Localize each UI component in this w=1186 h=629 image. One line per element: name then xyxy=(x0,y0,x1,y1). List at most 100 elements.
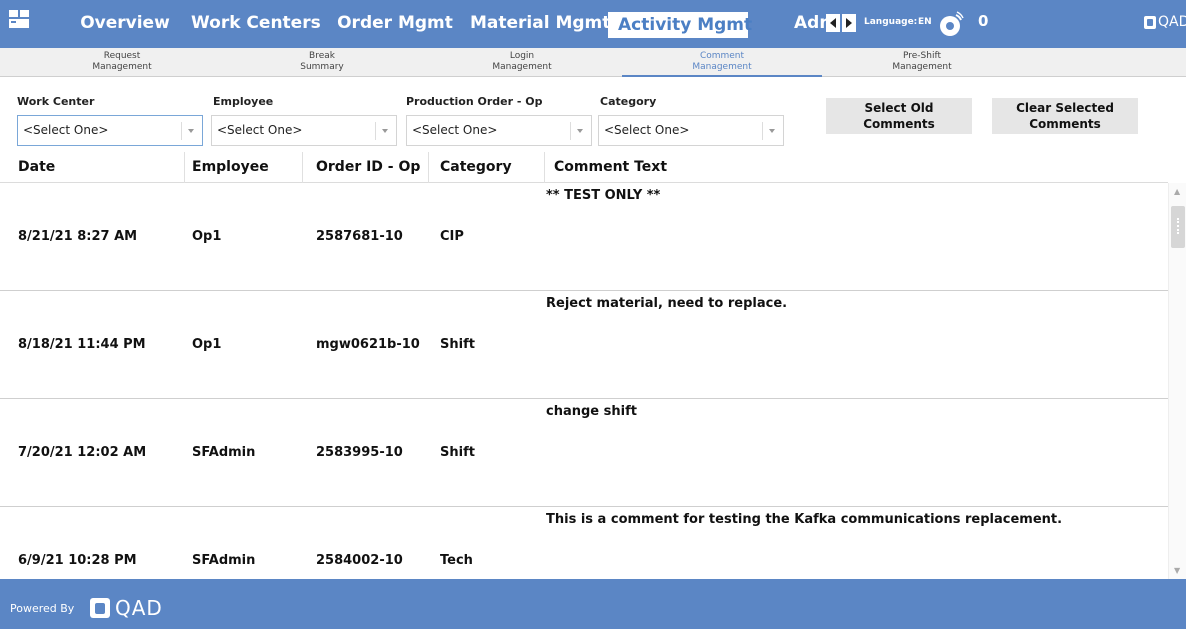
nav-tab-material-mgmt[interactable]: Material Mgmt xyxy=(470,0,610,48)
column-header-employee[interactable]: Employee xyxy=(186,152,269,183)
qad-logo-icon xyxy=(1144,15,1156,29)
powered-by-label: Powered By xyxy=(10,602,75,615)
nav-tab-admin[interactable]: Adm xyxy=(794,0,828,48)
language-label: Language: xyxy=(864,17,918,27)
nav-scroll-arrows xyxy=(826,14,858,32)
table-row[interactable]: Reject material, need to replace. 8/18/2… xyxy=(0,291,1168,399)
category-select[interactable]: <Select One> xyxy=(598,115,784,146)
employee-select[interactable]: <Select One> xyxy=(211,115,397,146)
top-nav-bar: Overview Work Centers Order Mgmt Materia… xyxy=(0,0,1186,48)
column-divider xyxy=(184,152,185,183)
notification-count: 0 xyxy=(978,12,989,30)
cell-comment: change shift xyxy=(546,404,637,419)
column-header-date[interactable]: Date xyxy=(12,152,55,183)
subtab-pre-shift-management[interactable]: Pre-Shift Management xyxy=(822,48,1022,77)
production-order-select-value: <Select One> xyxy=(412,123,498,137)
button-label-line1: Clear Selected xyxy=(1016,101,1114,115)
table-row[interactable]: change shift 7/20/21 12:02 AM SFAdmin 25… xyxy=(0,399,1168,507)
comments-table-body: ** TEST ONLY ** 8/21/21 8:27 AM Op1 2587… xyxy=(0,183,1168,579)
notification-bell-icon[interactable] xyxy=(936,11,964,39)
subtab-label-line1: Pre-Shift xyxy=(902,51,941,61)
cell-date: 8/18/21 11:44 PM xyxy=(18,337,146,352)
table-scrollbar[interactable]: ▲ ▼ xyxy=(1168,183,1186,579)
qad-logo-icon xyxy=(90,598,110,618)
scroll-up-icon[interactable]: ▲ xyxy=(1174,187,1180,196)
language-selector[interactable]: EN xyxy=(918,17,932,27)
subtab-login-management[interactable]: Login Management xyxy=(422,48,622,77)
select-old-comments-button[interactable]: Select Old Comments xyxy=(826,98,972,134)
table-row[interactable]: This is a comment for testing the Kafka … xyxy=(0,507,1168,579)
cell-employee: SFAdmin xyxy=(192,445,256,460)
cell-order-id: 2584002-10 xyxy=(316,553,403,568)
column-divider xyxy=(302,152,303,183)
cell-employee: Op1 xyxy=(192,229,222,244)
app-menu-icon[interactable] xyxy=(8,8,30,30)
footer-bar: Powered By QAD xyxy=(0,579,1186,629)
qad-logo: QAD xyxy=(1144,14,1186,30)
footer-qad-logo: QAD xyxy=(90,596,163,620)
subtab-label-line2: Management xyxy=(692,62,752,72)
scroll-down-icon[interactable]: ▼ xyxy=(1174,566,1180,575)
category-label: Category xyxy=(600,95,657,108)
subtab-label-line2: Management xyxy=(892,62,952,72)
cell-date: 8/21/21 8:27 AM xyxy=(18,229,138,244)
subtab-label-line2: Management xyxy=(492,62,552,72)
cell-category: Shift xyxy=(440,445,475,460)
column-header-comment-text[interactable]: Comment Text xyxy=(548,152,667,183)
subtab-comment-management[interactable]: Comment Management xyxy=(622,48,822,77)
select-divider xyxy=(570,122,571,140)
work-center-select[interactable]: <Select One> xyxy=(17,115,203,146)
chevron-down-icon xyxy=(382,129,388,133)
table-row[interactable]: ** TEST ONLY ** 8/21/21 8:27 AM Op1 2587… xyxy=(0,183,1168,291)
nav-tab-order-mgmt[interactable]: Order Mgmt xyxy=(336,0,454,48)
cell-comment: Reject material, need to replace. xyxy=(546,296,788,311)
cell-order-id: 2583995-10 xyxy=(316,445,403,460)
nav-tab-work-centers[interactable]: Work Centers xyxy=(191,0,321,48)
cell-category: Shift xyxy=(440,337,475,352)
chevron-down-icon xyxy=(769,129,775,133)
select-divider xyxy=(762,122,763,140)
nav-scroll-right-icon[interactable] xyxy=(842,14,856,32)
sub-nav-bar: Request Management Break Summary Login M… xyxy=(0,48,1186,77)
subtab-break-summary[interactable]: Break Summary xyxy=(222,48,422,77)
cell-category: CIP xyxy=(440,229,464,244)
nav-tab-overview[interactable]: Overview xyxy=(73,0,177,48)
employee-select-value: <Select One> xyxy=(217,123,303,137)
production-order-label: Production Order - Op xyxy=(406,95,543,108)
cell-employee: SFAdmin xyxy=(192,553,256,568)
qad-logo-text: QAD xyxy=(115,596,163,620)
cell-comment: ** TEST ONLY ** xyxy=(546,188,661,203)
column-divider xyxy=(544,152,545,183)
cell-date: 6/9/21 10:28 PM xyxy=(18,553,137,568)
employee-label: Employee xyxy=(213,95,274,108)
qad-logo-text: QAD xyxy=(1158,14,1186,30)
column-divider xyxy=(428,152,429,183)
production-order-select[interactable]: <Select One> xyxy=(406,115,592,146)
work-center-label: Work Center xyxy=(17,95,95,108)
button-label-line2: Comments xyxy=(1029,117,1101,131)
cell-category: Tech xyxy=(440,553,473,568)
cell-order-id: mgw0621b-10 xyxy=(316,337,420,352)
subtab-label-line2: Management xyxy=(92,62,152,72)
cell-order-id: 2587681-10 xyxy=(316,229,403,244)
button-label-line2: Comments xyxy=(863,117,935,131)
cell-comment: This is a comment for testing the Kafka … xyxy=(546,512,1063,527)
nav-tab-activity-mgmt[interactable]: Activity Mgmt xyxy=(608,12,752,38)
column-header-order-id[interactable]: Order ID - Op xyxy=(310,152,420,183)
select-divider xyxy=(375,122,376,140)
column-header-category[interactable]: Category xyxy=(434,152,512,183)
button-label-line1: Select Old xyxy=(864,101,934,115)
subtab-label-line1: Request xyxy=(103,51,141,61)
subtab-label-line1: Comment xyxy=(699,51,745,61)
chevron-down-icon xyxy=(188,129,194,133)
scrollbar-thumb[interactable] xyxy=(1171,206,1185,248)
subtab-label-line1: Break xyxy=(309,51,335,61)
chevron-down-icon xyxy=(577,129,583,133)
cell-date: 7/20/21 12:02 AM xyxy=(18,445,147,460)
select-divider xyxy=(181,122,182,140)
nav-scroll-left-icon[interactable] xyxy=(826,14,840,32)
subtab-label-line2: Summary xyxy=(300,62,344,72)
comments-table-header: Date Employee Order ID - Op Category Com… xyxy=(0,152,1168,183)
subtab-request-management[interactable]: Request Management xyxy=(22,48,222,77)
clear-selected-comments-button[interactable]: Clear Selected Comments xyxy=(992,98,1138,134)
